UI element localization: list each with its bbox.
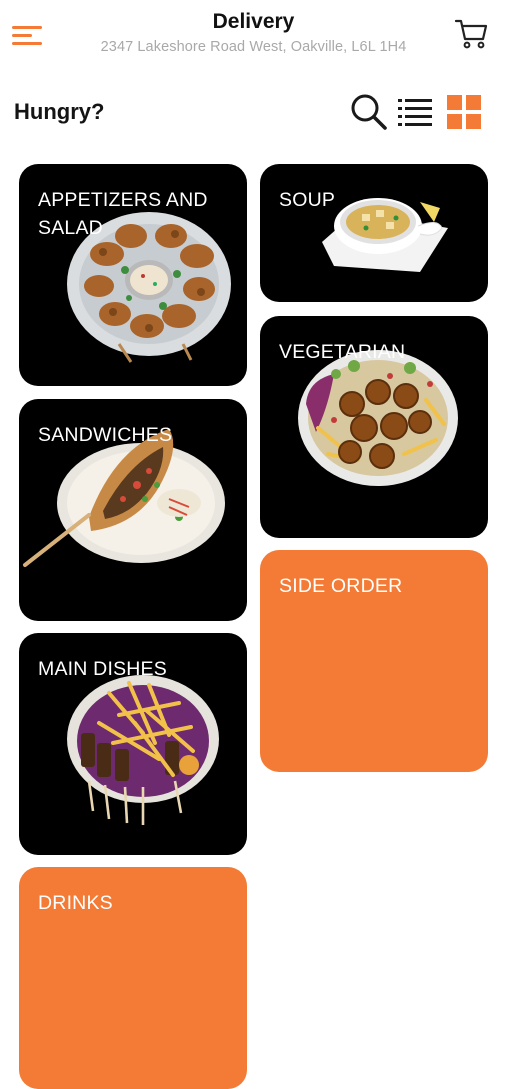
cart-button[interactable] (452, 14, 490, 52)
category-label: DRINKS (38, 892, 113, 914)
cart-icon (454, 19, 488, 49)
category-label: VEGETARIAN (279, 341, 406, 363)
category-label: MAIN DISHES (38, 658, 167, 680)
category-card-soup[interactable]: SOUP (260, 164, 488, 302)
category-card-sandwiches[interactable]: SANDWICHES (19, 399, 247, 621)
page-title: Delivery (212, 10, 295, 33)
category-label: SANDWICHES (38, 424, 173, 446)
search-button[interactable] (349, 92, 389, 132)
grid-view-button[interactable] (446, 94, 482, 130)
list-view-button[interactable] (396, 94, 434, 130)
category-card-main-dishes[interactable]: MAIN DISHES (19, 633, 247, 855)
main-dishes-food-image (67, 675, 219, 825)
category-card-drinks[interactable]: DRINKS (19, 867, 247, 1089)
vegetarian-food-image (298, 350, 458, 486)
category-label: SOUP (279, 189, 336, 211)
category-card-appetizers[interactable]: APPETIZERS AND SALAD (19, 164, 247, 386)
category-card-side-order[interactable]: SIDE ORDER (260, 550, 488, 772)
grid-view-icon (447, 95, 481, 129)
greeting-heading: Hungry? (14, 99, 105, 124)
category-label: SIDE ORDER (279, 575, 403, 597)
list-view-icon (398, 99, 432, 126)
app-header: Delivery 2347 Lakeshore Road West, Oakvi… (0, 0, 507, 80)
category-label: APPETIZERS AND SALAD (38, 189, 208, 239)
delivery-address[interactable]: 2347 Lakeshore Road West, Oakville, L6L … (0, 39, 507, 55)
category-card-vegetarian[interactable]: VEGETARIAN (260, 316, 488, 538)
search-icon (351, 94, 387, 130)
